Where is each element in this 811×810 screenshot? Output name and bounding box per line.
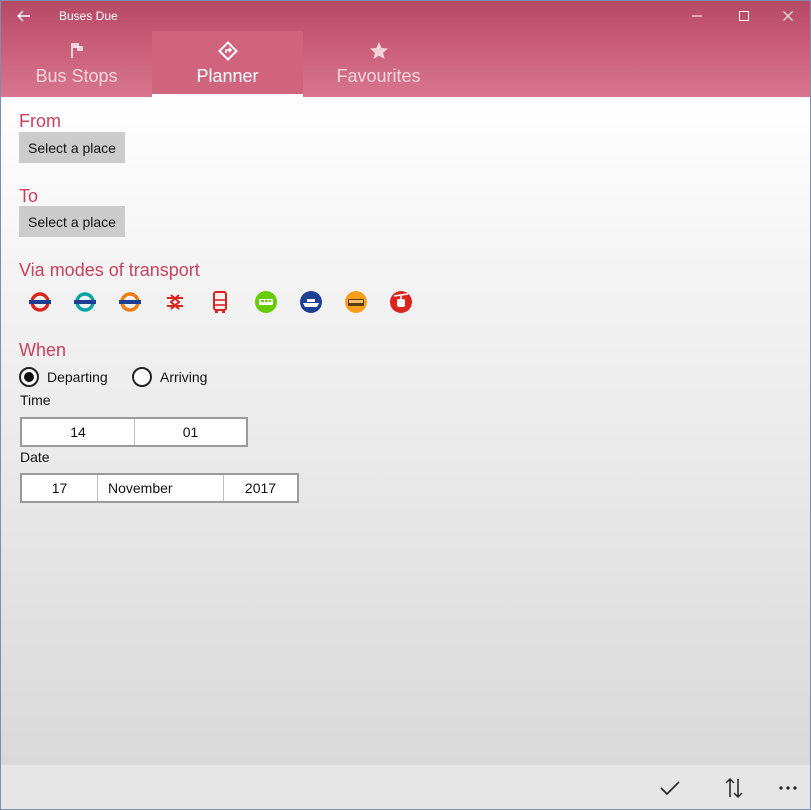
swap-arrows-icon [725,777,743,799]
time-label: Time [20,392,51,408]
app-window: Buses Due Bus Stops Planner Favourites F… [0,0,811,810]
mode-overground[interactable] [73,290,97,314]
star-icon [369,42,388,59]
date-month[interactable]: November [98,475,224,501]
maximize-icon [739,11,749,21]
arriving-radio-circle [132,367,152,387]
cable-car-icon [390,291,412,313]
radio-selected-dot [24,372,34,382]
tab-favourites[interactable]: Favourites [303,31,454,97]
maximize-button[interactable] [721,1,767,31]
more-button[interactable] [770,771,806,805]
more-dots-icon [779,786,797,790]
to-select-button[interactable]: Select a place [19,206,125,237]
tab-bus-stops[interactable]: Bus Stops [1,31,152,97]
via-modes-label: Via modes of transport [19,260,200,280]
close-button[interactable] [765,1,810,31]
mode-national-rail[interactable] [163,290,187,314]
close-icon [783,11,793,21]
time-picker[interactable]: 14 01 [20,417,248,447]
tab-planner[interactable]: Planner [152,31,303,97]
overground-roundel-icon [74,292,96,312]
national-rail-icon [167,294,183,310]
flag-icon [70,43,83,58]
header: Buses Due Bus Stops Planner Favourites [1,1,810,97]
from-select-button[interactable]: Select a place [19,132,125,163]
minimize-icon [692,15,702,17]
mode-tfl-rail[interactable] [118,290,142,314]
time-hour[interactable]: 14 [22,419,135,445]
date-day[interactable]: 17 [22,475,98,501]
tram-icon [255,291,277,313]
when-label: When [19,340,67,360]
checkmark-icon [660,781,680,796]
time-minute[interactable]: 01 [135,419,246,445]
from-label: From [19,111,61,131]
mode-tram[interactable] [254,290,278,314]
arriving-label: Arriving [160,369,208,385]
mode-underground[interactable] [28,290,52,314]
departing-radio[interactable]: Departing [19,366,108,388]
mode-cable-car[interactable] [389,290,413,314]
minimize-button[interactable] [674,1,720,31]
departing-radio-circle [19,367,39,387]
bus-icon [213,291,227,313]
date-picker[interactable]: 17 November 2017 [20,473,299,503]
back-button[interactable] [9,3,39,29]
river-boat-icon [300,291,322,313]
mode-coach[interactable] [344,290,368,314]
tab-favourites-label: Favourites [336,66,421,86]
departing-label: Departing [47,369,108,385]
date-label: Date [20,449,50,465]
tab-planner-label: Planner [196,66,259,86]
back-arrow-icon [17,10,30,22]
coach-icon [345,291,367,313]
mode-river-boat[interactable] [299,290,323,314]
swap-button[interactable] [716,771,752,805]
tfl-rail-roundel-icon [119,292,141,312]
arriving-radio[interactable]: Arriving [132,366,207,388]
mode-bus[interactable] [208,290,232,314]
directions-icon [217,41,238,61]
confirm-button[interactable] [652,771,688,805]
underground-roundel-icon [29,292,51,312]
app-title: Buses Due [59,9,118,23]
command-bar [1,765,810,809]
tab-bus-stops-label: Bus Stops [35,66,118,86]
title-bar: Buses Due [1,1,810,31]
date-year[interactable]: 2017 [224,475,297,501]
to-label: To [19,186,39,206]
